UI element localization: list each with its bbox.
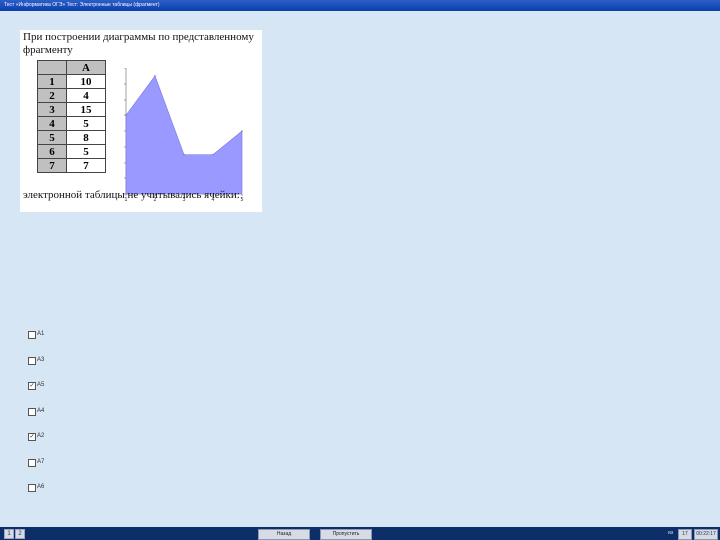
area-chart: 12345 xyxy=(124,68,244,202)
window-title: Тест «Информатика ОГЭ» Тест: Электронные… xyxy=(4,2,160,8)
answer-option[interactable]: ✓ A5 xyxy=(28,381,88,391)
sheet-row: 24 xyxy=(37,88,106,103)
sheet-cell-value: 4 xyxy=(66,88,106,103)
answer-label: A2 xyxy=(37,433,45,439)
sheet-cell-value: 7 xyxy=(66,158,106,173)
answer-option[interactable]: A4 xyxy=(28,407,88,417)
data-point xyxy=(183,153,185,156)
answer-label: A3 xyxy=(37,357,45,363)
sheet-row: 3 15 xyxy=(37,102,106,117)
sheet-row-number: 2 xyxy=(37,88,67,103)
sheet-cell-value: 5 xyxy=(66,116,106,131)
answer-label: A4 xyxy=(37,408,45,414)
sheet-row: 1 10 xyxy=(37,74,106,89)
question-tail-text: электронной таблицы не учитывались ячейк… xyxy=(23,189,240,201)
answer-checkbox[interactable]: ✓ xyxy=(28,382,36,390)
answer-option[interactable]: A6 xyxy=(28,483,88,493)
answer-label: A6 xyxy=(37,484,45,490)
question-image: При построении диаграммы по представленн… xyxy=(20,30,262,212)
sheet-row-number: 4 xyxy=(37,116,67,131)
skip-button[interactable]: Пропустить xyxy=(320,529,372,540)
sheet-cell-value: 15 xyxy=(66,102,106,117)
nav-button-2[interactable]: 2 xyxy=(15,529,25,539)
data-point xyxy=(212,153,214,156)
sheet-row-number: 3 xyxy=(37,102,67,117)
sheet-cell-value: 5 xyxy=(66,144,106,159)
counter-label: из xyxy=(668,530,674,536)
bottom-taskbar: 1 2 Назад Пропустить из 17 00:22:17 xyxy=(0,527,720,540)
answer-option[interactable]: A7 xyxy=(28,458,88,468)
spreadsheet-fragment: A 1 10 2 4 3 15 4 5 5 8 6 5 7 7 xyxy=(37,60,106,173)
data-point xyxy=(154,75,156,77)
sheet-row: 45 xyxy=(37,116,106,131)
sheet-row-number: 7 xyxy=(37,158,67,173)
answer-checkbox[interactable] xyxy=(28,408,36,416)
sheet-row-number: 1 xyxy=(37,74,67,89)
nav-button-1[interactable]: 1 xyxy=(4,529,14,539)
page-number: 17 xyxy=(678,529,692,540)
question-text: При построении диаграммы по представленн… xyxy=(23,31,254,56)
data-point xyxy=(241,130,243,132)
answer-checkbox[interactable]: ✓ xyxy=(28,433,36,441)
sheet-cell-value: 10 xyxy=(66,74,106,89)
answer-checkbox[interactable] xyxy=(28,459,36,467)
answer-checkbox[interactable] xyxy=(28,357,36,365)
area-series xyxy=(125,75,243,195)
answer-label: A5 xyxy=(37,382,45,388)
timer-display: 00:22:17 xyxy=(694,529,718,540)
back-button[interactable]: Назад xyxy=(258,529,310,540)
title-bar: Тест «Информатика ОГЭ» Тест: Электронные… xyxy=(0,0,720,11)
sheet-row-number: 6 xyxy=(37,144,67,159)
sheet-row-number: 5 xyxy=(37,130,67,145)
x-tick-label: 5 xyxy=(240,197,243,202)
answer-option[interactable]: A3 xyxy=(28,356,88,366)
sheet-corner-cell xyxy=(37,60,67,75)
sheet-row: 65 xyxy=(37,144,106,159)
answer-label: A7 xyxy=(37,459,45,465)
answer-checkbox[interactable] xyxy=(28,484,36,492)
answer-option[interactable]: A1 xyxy=(28,330,88,340)
data-point xyxy=(125,114,127,117)
sheet-row: 77 xyxy=(37,158,106,173)
sheet-row: 58 xyxy=(37,130,106,145)
sheet-column-header: A xyxy=(66,60,106,75)
answer-label: A1 xyxy=(37,331,45,337)
answer-option[interactable]: ✓ A2 xyxy=(28,432,88,442)
sheet-cell-value: 8 xyxy=(66,130,106,145)
answer-checkbox[interactable] xyxy=(28,331,36,339)
